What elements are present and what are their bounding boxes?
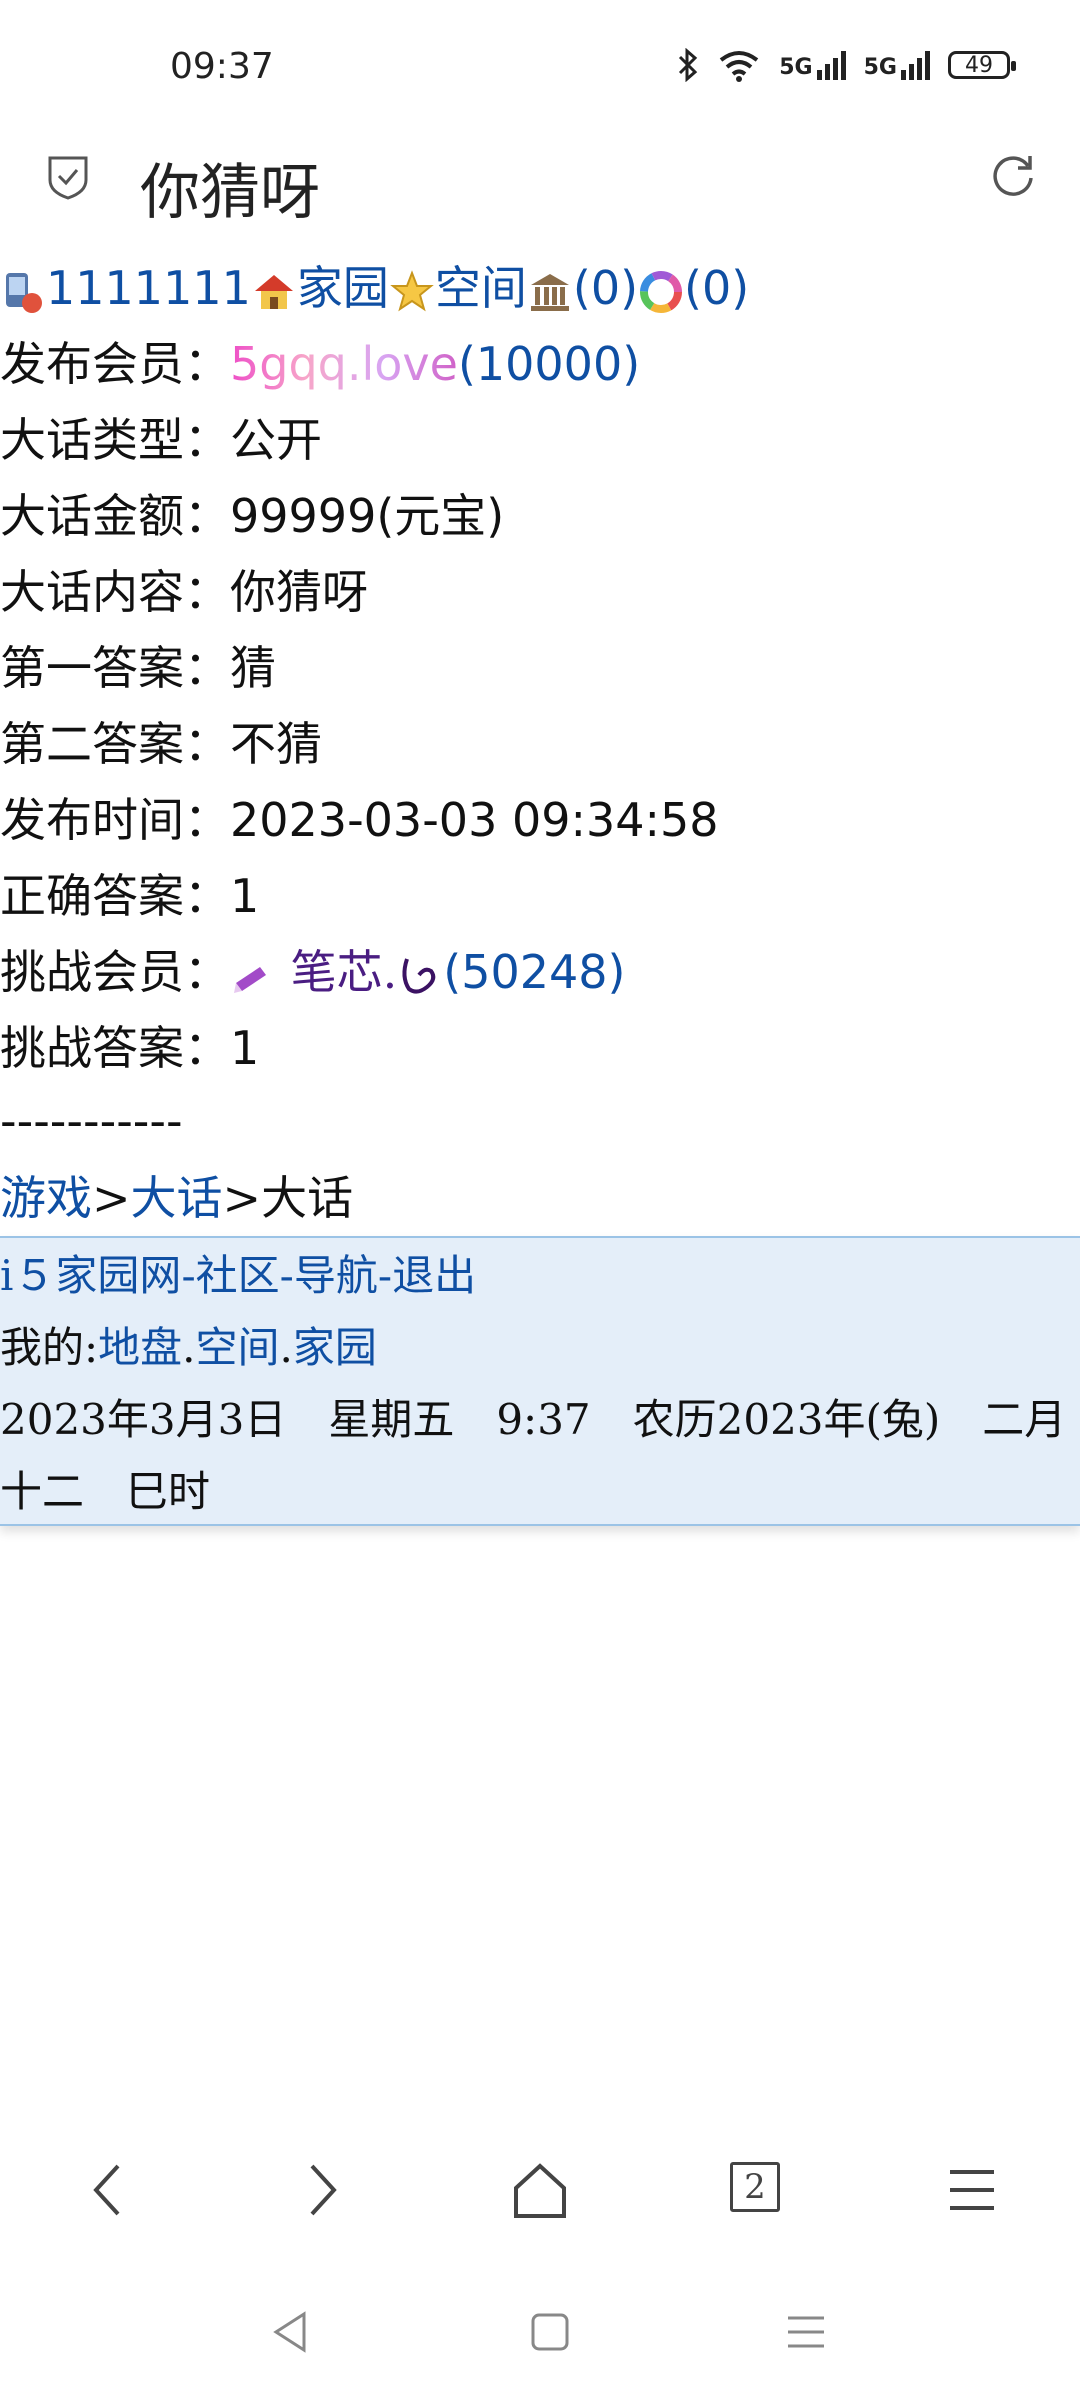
answer1-value: 猜 xyxy=(230,641,276,695)
challenger-name-link[interactable]: 笔芯. xyxy=(291,945,398,999)
challenger-row: 挑战会员： 笔芯. (50248) xyxy=(0,934,1080,1010)
user-bar: 1111111 家园 空间 (0) (0) xyxy=(0,250,1080,326)
tabs-icon[interactable]: 2 xyxy=(730,2162,780,2212)
main-content: 1111111 家园 空间 (0) (0) 发布会员：5gqq.love(100… xyxy=(0,250,1080,1236)
system-recents-icon[interactable] xyxy=(786,2312,826,2352)
top-bar: 你猜呀 xyxy=(0,140,1080,250)
shield-check-icon[interactable] xyxy=(46,154,90,200)
pencil-icon xyxy=(234,967,266,993)
dash: - xyxy=(181,1251,196,1300)
nav-link[interactable]: 导航 xyxy=(294,1251,378,1300)
dash: - xyxy=(279,1251,294,1300)
system-nav-bar xyxy=(0,2300,1080,2370)
type-label: 大话类型： xyxy=(0,413,230,467)
footer-space-link[interactable]: 空间 xyxy=(196,1323,280,1372)
battery-icon: 49 xyxy=(948,51,1016,79)
publisher-row: 发布会员：5gqq.love(10000) xyxy=(0,326,1080,402)
divider-text: ----------- xyxy=(0,1094,183,1148)
refresh-icon[interactable] xyxy=(988,150,1038,200)
footer-links: i５家园网-社区-导航-退出 xyxy=(0,1240,1080,1312)
space-link[interactable]: 空间 xyxy=(435,261,527,315)
breadcrumb-dahua-link[interactable]: 大话 xyxy=(131,1171,223,1225)
forward-icon[interactable] xyxy=(302,2160,342,2220)
answer1-row: 第一答案：猜 xyxy=(0,630,1080,706)
breadcrumb: 游戏>大话>大话 xyxy=(0,1160,1080,1236)
user-id-link[interactable]: 1111111 xyxy=(46,261,251,315)
time-label: 发布时间： xyxy=(0,793,230,847)
dash: - xyxy=(377,1251,393,1300)
amount-value: 99999(元宝) xyxy=(230,489,505,543)
date-line-2: 十二 巳时 xyxy=(0,1467,211,1516)
answer2-label: 第二答案： xyxy=(0,717,230,771)
site-footer: i５家园网-社区-导航-退出 我的:地盘.空间.家园 2023年3月3日 星期五… xyxy=(0,1236,1080,1526)
type-value: 公开 xyxy=(230,413,322,467)
dot: . xyxy=(182,1323,196,1372)
system-back-icon[interactable] xyxy=(270,2310,310,2354)
status-bar: 09:37 5G 5G 49 xyxy=(0,0,1080,140)
house-icon xyxy=(254,275,293,309)
challenger-label: 挑战会员： xyxy=(0,945,230,999)
correct-row: 正确答案：1 xyxy=(0,858,1080,934)
content-value: 你猜呀 xyxy=(230,565,368,619)
challenge-answer-row: 挑战答案：1 xyxy=(0,1010,1080,1086)
breadcrumb-current: 大话 xyxy=(261,1171,354,1225)
home-icon[interactable] xyxy=(510,2160,570,2220)
time-row: 发布时间：2023-03-03 09:34:58 xyxy=(0,782,1080,858)
correct-value: 1 xyxy=(230,869,260,923)
publisher-name-link[interactable]: 5gqq.love xyxy=(230,337,458,391)
wifi-icon xyxy=(720,51,759,82)
amount-label: 大话金额： xyxy=(0,489,230,543)
breadcrumb-games-link[interactable]: 游戏 xyxy=(0,1171,92,1225)
territory-link[interactable]: 地盘 xyxy=(98,1323,182,1372)
content-row: 大话内容：你猜呀 xyxy=(0,554,1080,630)
bank-count-link[interactable]: (0) xyxy=(573,261,638,315)
time-value: 2023-03-03 09:34:58 xyxy=(230,793,719,847)
home-link[interactable]: 家园 xyxy=(297,261,389,315)
back-icon[interactable] xyxy=(88,2160,128,2220)
color-count-link[interactable]: (0) xyxy=(684,261,749,315)
challenge-answer-label: 挑战答案： xyxy=(0,1021,230,1075)
challenge-answer-value: 1 xyxy=(230,1021,260,1075)
bank-icon xyxy=(530,274,569,311)
answer1-label: 第一答案： xyxy=(0,641,230,695)
challenger-id[interactable]: (50248) xyxy=(443,945,625,999)
status-time: 09:37 xyxy=(170,46,274,87)
logout-link[interactable]: 退出 xyxy=(392,1251,476,1300)
menu-icon[interactable] xyxy=(946,2160,998,2220)
bluetooth-icon xyxy=(679,48,698,82)
date-line-1: 2023年3月3日 星期五 9:37 农历2023年(兔) 二月 xyxy=(0,1395,1067,1444)
browser-nav-bar: 2 xyxy=(0,2160,1080,2240)
mine-label: 我的: xyxy=(0,1323,99,1372)
dot: . xyxy=(279,1323,293,1372)
answer2-value: 不猜 xyxy=(230,717,322,771)
correct-label: 正确答案： xyxy=(0,869,230,923)
heart-doodle-icon xyxy=(402,958,436,994)
color-wheel-icon xyxy=(640,271,683,313)
phone-user-icon xyxy=(6,273,42,313)
type-row: 大话类型：公开 xyxy=(0,402,1080,478)
signal-icon-2: 5G xyxy=(864,50,930,80)
site-link[interactable]: i５家园网 xyxy=(0,1251,181,1300)
footer-mine: 我的:地盘.空间.家园 xyxy=(0,1312,1080,1384)
signal-icon: 5G xyxy=(779,50,846,80)
publisher-id[interactable]: (10000) xyxy=(458,337,640,391)
page-title: 你猜呀 xyxy=(140,158,320,228)
system-home-icon[interactable] xyxy=(530,2312,570,2352)
community-link[interactable]: 社区 xyxy=(196,1251,280,1300)
breadcrumb-sep: > xyxy=(92,1171,131,1225)
amount-row: 大话金额：99999(元宝) xyxy=(0,478,1080,554)
breadcrumb-sep: > xyxy=(222,1171,262,1225)
star-icon xyxy=(390,270,434,312)
footer-home-link[interactable]: 家园 xyxy=(293,1323,377,1372)
answer2-row: 第二答案：不猜 xyxy=(0,706,1080,782)
status-icons: 5G 5G 49 xyxy=(677,48,1016,82)
content-label: 大话内容： xyxy=(0,565,230,619)
publisher-label: 发布会员： xyxy=(0,337,230,391)
